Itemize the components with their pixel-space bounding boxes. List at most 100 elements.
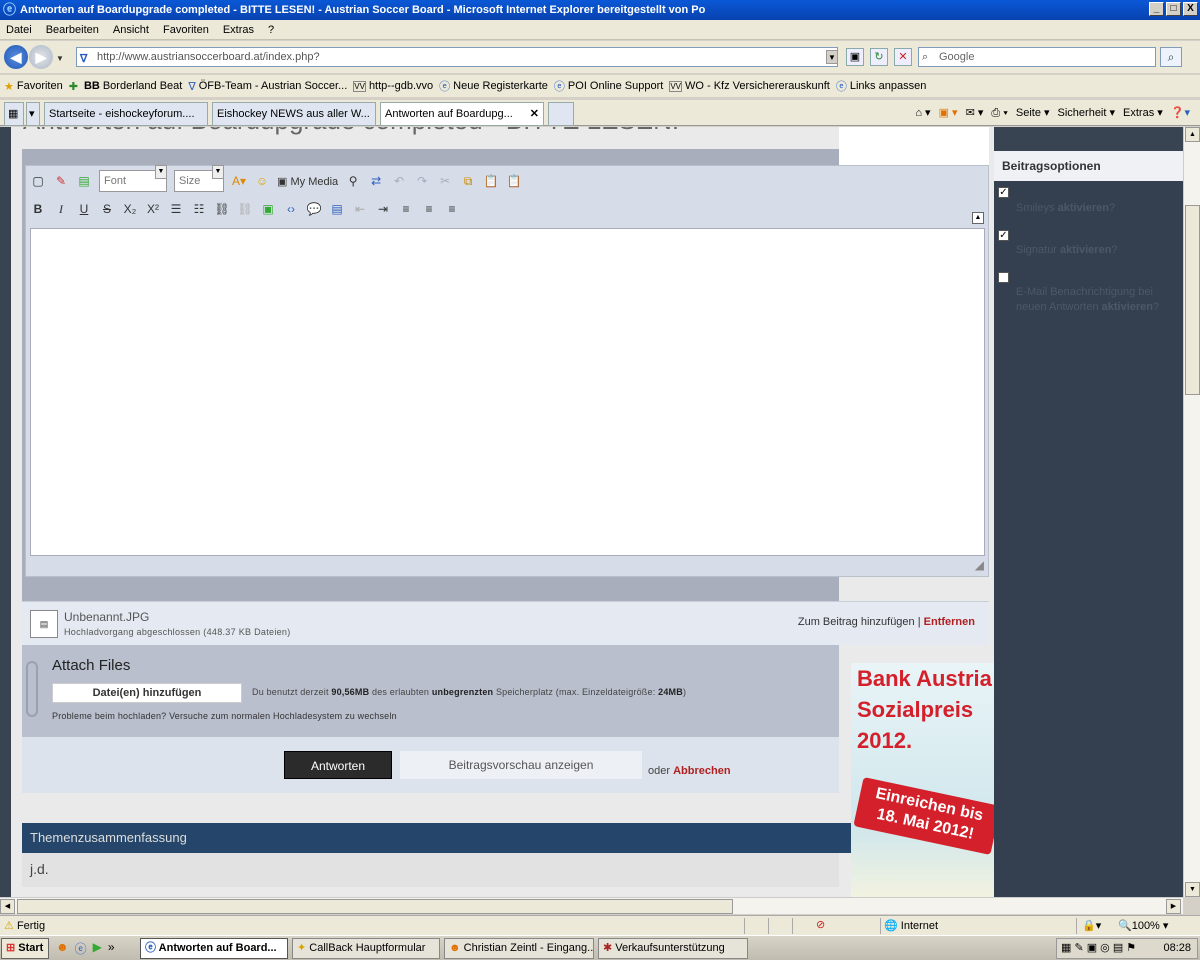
add-to-post-link[interactable]: Zum Beitrag hinzufügen xyxy=(798,616,915,628)
menu-datei[interactable]: Datei xyxy=(6,24,32,36)
smiley-icon[interactable]: ☺ xyxy=(254,174,270,188)
print-icon[interactable]: ⎙ ▾ xyxy=(991,102,1007,124)
collapse-toolbar-icon[interactable]: ▲ xyxy=(972,212,984,224)
align-right-icon[interactable]: ≡ xyxy=(444,202,460,216)
eraser-icon[interactable]: ✎ xyxy=(53,174,69,188)
favorite-link-poi[interactable]: ⓔ POI Online Support xyxy=(554,78,663,94)
indent-icon[interactable]: ⇥ xyxy=(375,202,391,216)
favorite-link-customize[interactable]: ⓔ Links anpassen xyxy=(836,78,926,94)
quote-icon[interactable]: 💬 xyxy=(306,202,322,216)
favorite-link-borderland[interactable]: BB Borderland Beat xyxy=(84,80,182,92)
tab-list-dropdown[interactable]: ▾ xyxy=(26,102,40,126)
mail-icon[interactable]: ✉ ▾ xyxy=(966,102,984,124)
align-left-icon[interactable]: ≡ xyxy=(398,202,414,216)
close-window-button[interactable]: X xyxy=(1183,2,1198,16)
advertisement-banner[interactable]: Bank Austria Sozialpreis 2012. Einreiche… xyxy=(851,663,999,897)
vertical-scrollbar[interactable]: ▲ ▼ xyxy=(1183,127,1200,897)
new-tab-button[interactable] xyxy=(548,102,574,126)
horizontal-scrollbar[interactable]: ◀ ▶ xyxy=(0,897,1183,914)
vertical-scroll-thumb[interactable] xyxy=(1185,205,1200,395)
taskbar-item-ie[interactable]: ⓔ Antworten auf Board... xyxy=(140,938,288,959)
ie-icon[interactable]: ⓔ xyxy=(75,940,87,957)
signature-checkbox[interactable]: ✓ xyxy=(998,230,1009,241)
tab-eishockeyforum[interactable]: Startseite - eishockeyforum.... xyxy=(44,102,208,126)
text-color-icon[interactable]: A▾ xyxy=(231,174,247,188)
search-go-button[interactable]: ⌕ xyxy=(1160,47,1182,67)
favorite-link-oefb[interactable]: ∇ ÖFB-Team - Austrian Soccer... xyxy=(188,80,347,93)
underline-icon[interactable]: U xyxy=(76,202,92,216)
maximize-button[interactable]: □ xyxy=(1166,2,1181,16)
subscript-icon[interactable]: X₂ xyxy=(122,202,138,216)
quick-tabs-button[interactable]: ▦ xyxy=(4,102,24,126)
add-favorite-button[interactable]: ✚ xyxy=(69,80,78,93)
tray-icons[interactable]: ▦ ✎ ▣ ◎ ▤ ⚑ xyxy=(1061,942,1136,954)
paste-word-icon[interactable]: 📋 xyxy=(506,174,522,188)
bold-icon[interactable]: B xyxy=(30,202,46,216)
tab-antworten[interactable]: Antworten auf Boardupg... ✕ xyxy=(380,102,544,126)
superscript-icon[interactable]: X² xyxy=(145,202,161,216)
switch-uploader-link[interactable]: Probleme beim hochladen? Versuche zum no… xyxy=(52,711,397,721)
menu-extras-cmd[interactable]: Extras ▾ xyxy=(1123,102,1163,124)
menu-sicherheit[interactable]: Sicherheit ▾ xyxy=(1058,102,1116,124)
outdent-icon[interactable]: ⇤ xyxy=(352,202,368,216)
numbered-list-icon[interactable]: ☷ xyxy=(191,202,207,216)
favorite-link-gdb[interactable]: VV http--gdb.vvo xyxy=(353,80,433,92)
scroll-down-icon[interactable]: ▼ xyxy=(1185,882,1200,897)
image-icon[interactable]: ▣ xyxy=(260,202,276,216)
favorites-button[interactable]: ★ Favoriten xyxy=(4,80,63,93)
remove-format-icon[interactable]: ▢ xyxy=(30,174,46,188)
my-media-button[interactable]: ▣ My Media xyxy=(277,175,338,188)
compatibility-icon[interactable]: ▣ xyxy=(846,48,864,66)
reply-button[interactable]: Antworten xyxy=(284,751,392,779)
email-notify-checkbox[interactable] xyxy=(998,272,1009,283)
undo-icon[interactable]: ↶ xyxy=(391,174,407,188)
media-player-icon[interactable]: ▶ xyxy=(93,940,102,957)
smileys-checkbox[interactable]: ✓ xyxy=(998,187,1009,198)
font-select[interactable]: Font ▼ xyxy=(99,165,167,192)
size-select[interactable]: Size ▼ xyxy=(174,165,224,192)
add-files-button[interactable]: Datei(en) hinzufügen xyxy=(52,683,242,703)
refresh-icon[interactable]: ↻ xyxy=(870,48,888,66)
close-tab-icon[interactable]: ✕ xyxy=(530,103,539,125)
feeds-icon[interactable]: ▣ ▾ xyxy=(939,102,958,124)
outlook-icon[interactable]: ☻ xyxy=(56,940,69,957)
menu-help[interactable]: ? xyxy=(268,24,274,36)
scroll-left-icon[interactable]: ◀ xyxy=(0,899,15,914)
horizontal-scroll-thumb[interactable] xyxy=(17,899,733,914)
find-icon[interactable]: ⚲ xyxy=(345,174,361,188)
message-textarea[interactable] xyxy=(30,228,985,556)
scroll-right-icon[interactable]: ▶ xyxy=(1166,899,1181,914)
twitter-icon[interactable]: ▤ xyxy=(329,202,345,216)
preview-button[interactable]: Beitragsvorschau anzeigen xyxy=(400,751,642,779)
redo-icon[interactable]: ↷ xyxy=(414,174,430,188)
more-quick-launch-icon[interactable]: » xyxy=(108,940,115,957)
italic-icon[interactable]: I xyxy=(53,202,69,217)
unlink-icon[interactable]: ⛓ xyxy=(237,202,253,216)
menu-ansicht[interactable]: Ansicht xyxy=(113,24,149,36)
tab-eishockey-news[interactable]: Eishockey NEWS aus aller W... xyxy=(212,102,376,126)
link-icon[interactable]: ⛓ xyxy=(214,202,230,216)
taskbar-item-callback[interactable]: ✦ CallBack Hauptformular xyxy=(292,938,440,959)
taskbar-item-sales[interactable]: ✱ Verkaufsunterstützung xyxy=(598,938,748,959)
remove-attachment-link[interactable]: Entfernen xyxy=(924,616,975,628)
url-dropdown-icon[interactable]: ▼ xyxy=(826,50,838,64)
help-icon[interactable]: ❓▾ xyxy=(1171,102,1190,124)
code-icon[interactable]: ‹› xyxy=(283,202,299,216)
url-input[interactable]: ∇ http://www.austriansoccerboard.at/inde… xyxy=(76,47,838,67)
back-button[interactable]: ◀ xyxy=(4,45,28,69)
history-dropdown-icon[interactable]: ▼ xyxy=(56,54,64,63)
menu-favoriten[interactable]: Favoriten xyxy=(163,24,209,36)
home-icon[interactable]: ⌂ ▾ xyxy=(915,102,930,124)
favorite-link-vvo-kfz[interactable]: VV WO - Kfz Versichererauskunft xyxy=(669,80,830,92)
replace-icon[interactable]: ⇄ xyxy=(368,174,384,188)
paste-icon[interactable]: 📋 xyxy=(483,174,499,188)
stop-icon[interactable]: ✕ xyxy=(894,48,912,66)
cut-icon[interactable]: ✂ xyxy=(437,174,453,188)
forward-button[interactable]: ▶ xyxy=(29,45,53,69)
search-input[interactable]: ⌕ Google xyxy=(918,47,1156,67)
privacy-icon[interactable]: ⊘ xyxy=(816,918,825,931)
menu-extras[interactable]: Extras xyxy=(223,24,254,36)
align-center-icon[interactable]: ≡ xyxy=(421,202,437,216)
start-button[interactable]: ⊞ Start xyxy=(1,938,49,959)
taskbar-item-outlook[interactable]: ☻ Christian Zeintl - Eingang... xyxy=(444,938,594,959)
